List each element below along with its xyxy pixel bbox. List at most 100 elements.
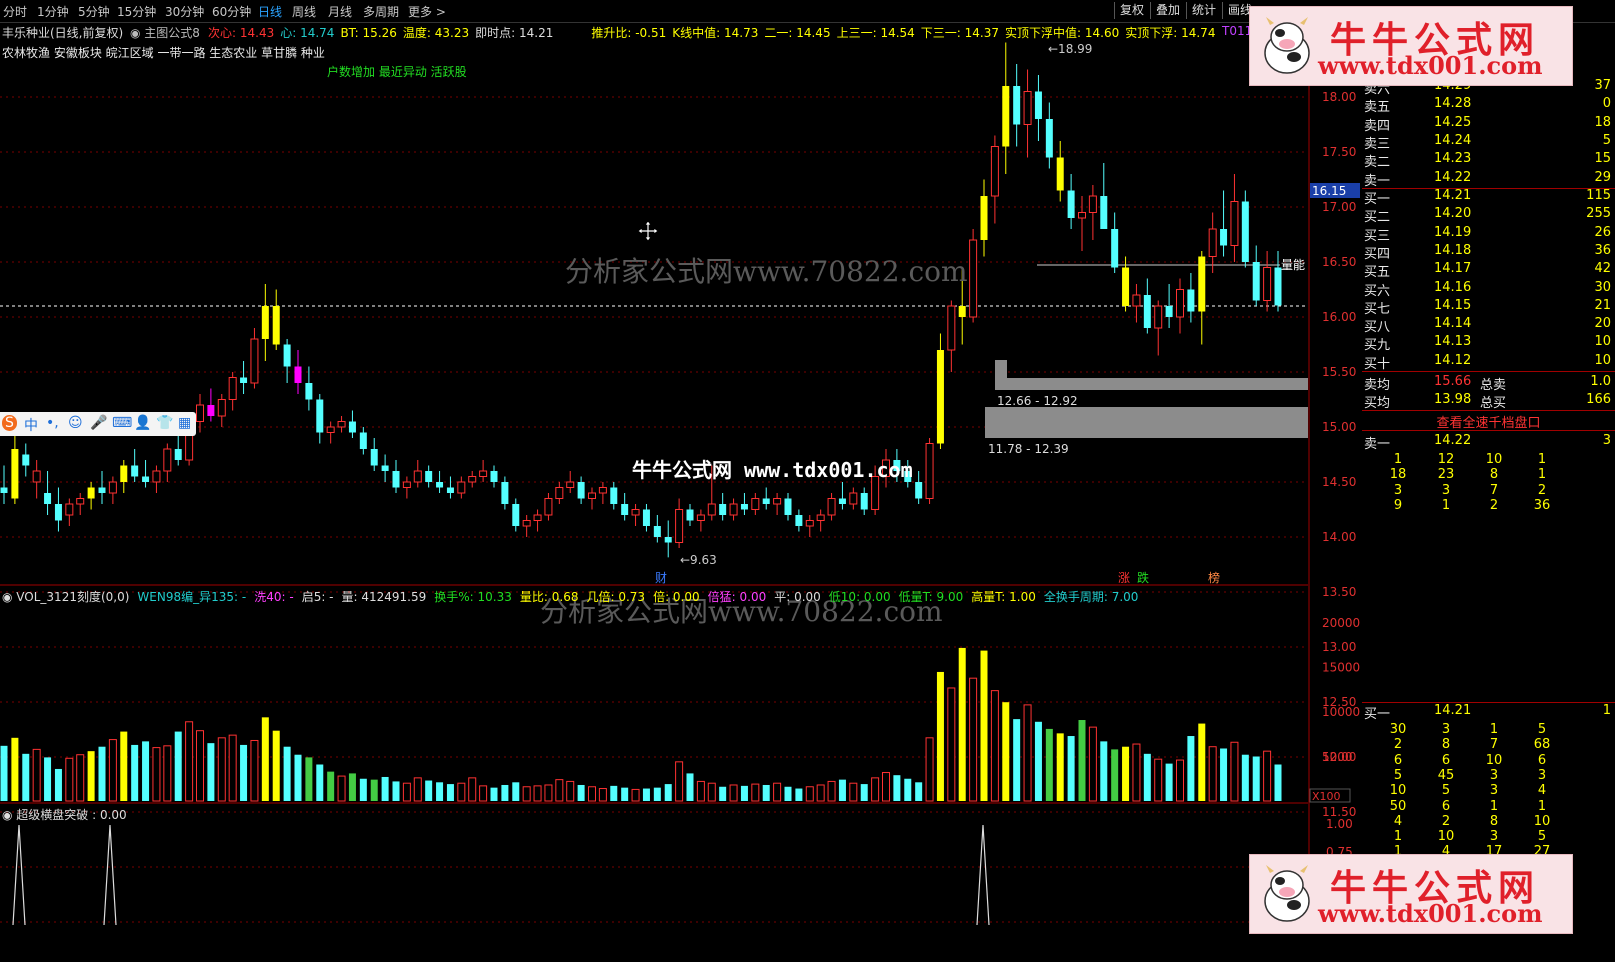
volume-bar — [1143, 753, 1151, 801]
tab-9[interactable]: 多周期 — [363, 3, 399, 20]
average-row: 买均 13.98 总买 166 — [1362, 392, 1615, 411]
ask-queue-value: 1 — [1393, 452, 1403, 467]
tab-1[interactable]: 1分钟 — [37, 3, 69, 20]
tab-6[interactable]: 日线 — [258, 3, 282, 20]
ime-icon-0[interactable]: S — [2, 415, 17, 431]
ask-price: 14.23 — [1434, 151, 1472, 167]
logo-url: www.tdx001.com — [1318, 51, 1543, 80]
volume-bar — [152, 747, 161, 802]
event-tag[interactable]: 榜 — [1208, 570, 1220, 585]
volume-bar — [958, 647, 966, 801]
candle — [1045, 102, 1053, 169]
volume-bar — [1013, 719, 1021, 801]
ime-icon-7[interactable]: 👕 — [156, 415, 173, 431]
volume-header-item: 倍: 0.00 — [653, 590, 700, 604]
candle — [1067, 174, 1075, 229]
price-axis-label: 13.00 — [1322, 640, 1356, 654]
bid-volume: 21 — [1594, 297, 1611, 313]
candle — [1198, 251, 1206, 345]
volume-bar — [849, 782, 858, 802]
toolbar-button-2[interactable]: 统计 — [1186, 2, 1221, 19]
volume-bar — [588, 786, 596, 802]
volume-bar — [1165, 763, 1173, 801]
candle — [849, 487, 858, 510]
tab-3[interactable]: 15分钟 — [117, 3, 156, 20]
bid-label: 买三 — [1364, 228, 1391, 244]
candle — [1034, 75, 1042, 141]
volume-bar — [44, 757, 52, 801]
formula-item-label: 实顶下浮: — [1125, 26, 1182, 40]
tab-0[interactable]: 分时 — [3, 3, 27, 20]
volume-bar — [696, 780, 705, 802]
bid-queue-value: 5 — [1441, 783, 1451, 799]
formula-item: 下三一: 14.37 — [921, 26, 999, 40]
bid-price: 14.15 — [1434, 297, 1472, 313]
average-value: 13.98 — [1434, 392, 1472, 407]
ime-icon-6[interactable]: 👤 — [134, 415, 151, 431]
volume-bar — [359, 778, 367, 801]
candle — [588, 487, 596, 510]
ask1-volume: 3 — [1602, 433, 1611, 448]
volume-header: ◉ VOL_3121刻度(0,0) WEN98编_异135: - 洗40: - 启5:… — [2, 588, 1146, 605]
ime-icon-5[interactable]: ⌨ — [112, 415, 132, 431]
bid-queue-value: 3 — [1441, 722, 1451, 737]
bid-queue-value: 6 — [1441, 798, 1451, 814]
formula-item-value: 14.74 — [300, 26, 335, 40]
full-depth-link[interactable]: 查看全速千档盘口 — [1362, 412, 1615, 431]
candle — [610, 482, 618, 510]
volume-bar — [392, 781, 400, 801]
bid-row: 买十 14.12 10 — [1362, 353, 1615, 372]
tab-7[interactable]: 周线 — [292, 3, 316, 20]
toolbar-button-1[interactable]: 叠加 — [1150, 2, 1185, 19]
volume-axis-label: 5000 — [1322, 750, 1353, 764]
volume-unit: X100 — [1312, 790, 1341, 803]
tab-2[interactable]: 5分钟 — [78, 3, 110, 20]
candle — [392, 460, 400, 493]
indicator-header: ◉ 超级横盘突破 : 0.00 — [2, 808, 127, 822]
volume-header-item: 平: 0.00 — [774, 590, 821, 604]
candle — [969, 229, 978, 323]
ime-toolbar[interactable]: S 中 •, ☺ 🎤 ⌨ 👤 👕 ▦ — [0, 412, 196, 436]
volume-bar — [1067, 736, 1075, 801]
volume-bar — [882, 772, 890, 802]
candle — [860, 487, 868, 515]
bid-price: 14.19 — [1434, 224, 1472, 240]
volume-menu-icon[interactable]: ◉ — [2, 590, 16, 604]
event-tag[interactable]: 财 — [655, 571, 667, 585]
event-tag[interactable]: 涨 — [1118, 570, 1130, 585]
tab-8[interactable]: 月线 — [328, 3, 352, 20]
ime-icon-4[interactable]: 🎤 — [90, 415, 107, 431]
toolbar-button-0[interactable]: 复权 — [1114, 2, 1149, 19]
formula-selector[interactable]: ◉ 主图公式8 — [130, 24, 200, 41]
volume-bar — [185, 721, 194, 802]
event-tag[interactable]: 跌 — [1137, 570, 1149, 585]
cow-mascot-icon — [1264, 865, 1310, 922]
tab-5[interactable]: 60分钟 — [212, 3, 251, 20]
ask-queue-value: 2 — [1489, 497, 1499, 513]
ask-queue-value: 7 — [1489, 482, 1499, 498]
zone-2-label: 11.78 - 12.39 — [988, 442, 1069, 456]
tab-10[interactable]: 更多 > — [408, 3, 446, 20]
formula-item: 实顶下浮: 14.74 — [1125, 26, 1215, 40]
volume-bar — [425, 780, 433, 801]
candle — [120, 460, 128, 493]
candle — [980, 179, 988, 257]
formula-item: BT: 15.26 — [340, 26, 396, 40]
volume-bar — [522, 786, 531, 802]
bid-queue-value: 4 — [1393, 813, 1403, 829]
volume-bar — [348, 773, 356, 801]
bid-queue-value: 2 — [1441, 813, 1451, 829]
volume-bar — [1220, 748, 1228, 801]
volume-bar — [65, 757, 74, 802]
ask-label: 卖三 — [1364, 136, 1391, 152]
candle — [631, 504, 640, 526]
tab-4[interactable]: 30分钟 — [165, 3, 204, 20]
volume-header-item: 启5: - — [301, 590, 334, 604]
ime-icon-1[interactable]: 中 — [24, 415, 38, 435]
ime-icon-2[interactable]: •, — [46, 415, 59, 431]
ime-icon-8[interactable]: ▦ — [178, 415, 191, 431]
bid1-volume: 1 — [1602, 703, 1611, 718]
volume-bar — [1078, 720, 1086, 801]
candle — [32, 460, 41, 499]
ime-icon-3[interactable]: ☺ — [68, 415, 83, 431]
